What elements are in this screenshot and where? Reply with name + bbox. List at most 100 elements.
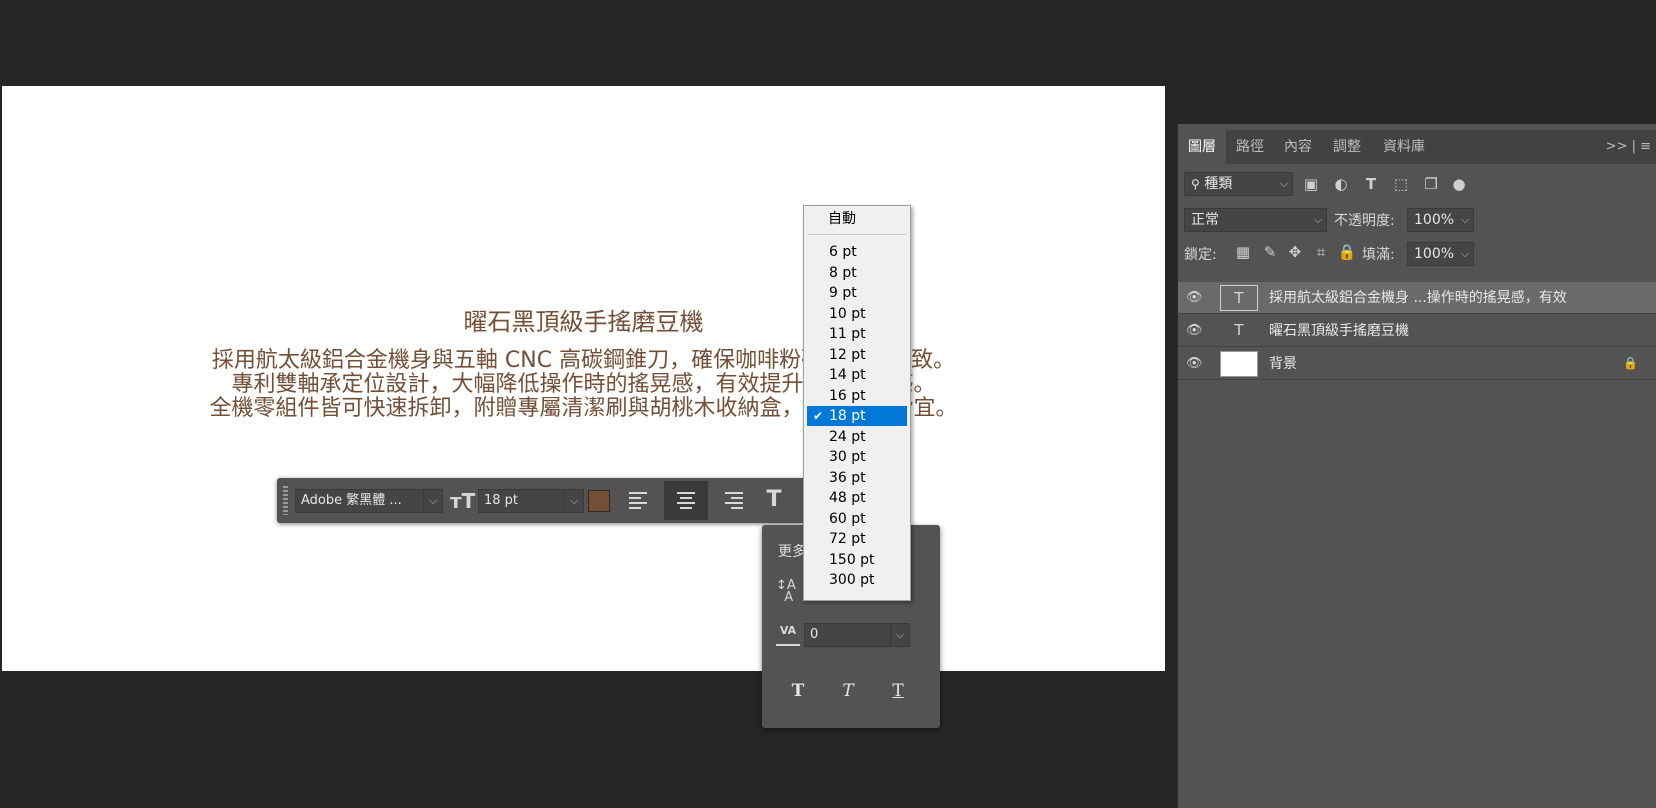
more-options-title: 更多 (778, 544, 806, 560)
type-layer-thumbnail: T (1220, 285, 1258, 311)
tab-paths[interactable]: 路徑 (1226, 130, 1274, 164)
size-option[interactable]: 300 pt (807, 570, 907, 590)
blend-mode-dropdown[interactable]: 正常 ⌵ (1184, 208, 1327, 232)
layer-row[interactable]: 👁 T 曜石黑頂級手搖磨豆機 (1178, 315, 1656, 347)
fill-value: 100% (1414, 246, 1455, 262)
type-layer-filter-icon[interactable]: T (1361, 174, 1381, 194)
adjustment-layer-filter-icon[interactable]: ◐ (1331, 174, 1351, 194)
align-left-icon (629, 492, 647, 509)
layer-row[interactable]: 👁 T 採用航太級鋁合金機身 ...操作時的搖晃感，有效 (1178, 282, 1656, 314)
eye-icon[interactable]: 👁 (1186, 356, 1203, 372)
chevron-down-icon: ⌵ (1279, 177, 1289, 190)
size-option[interactable]: 72 pt (807, 529, 907, 549)
size-option[interactable]: 6 pt (807, 242, 907, 262)
size-option-auto[interactable]: 自動 (828, 210, 856, 228)
font-size-dropdown[interactable]: 18 pt ⌵ (478, 489, 584, 513)
text-color-swatch[interactable] (588, 490, 610, 512)
font-size-value: 18 pt (484, 493, 519, 508)
filter-toggle-icon[interactable]: ● (1449, 174, 1469, 194)
tab-adjustments[interactable]: 調整 (1322, 130, 1372, 164)
size-option-label: 24 pt (829, 428, 866, 445)
panel-tab-strip: 圖層 路徑 內容 調整 資料庫 >> | ≡ (1178, 130, 1656, 164)
size-option-label: 48 pt (829, 490, 866, 506)
lock-transparent-pixels-icon[interactable]: ▦ (1233, 242, 1253, 262)
size-option[interactable]: 9 pt (807, 283, 907, 303)
font-size-dropdown-list: 自動 6 pt 8 pt 9 pt 10 pt 11 pt 12 pt 14 pt 16 pt… (803, 205, 911, 601)
size-option[interactable]: 11 pt (807, 324, 907, 344)
lock-image-pixels-icon[interactable]: ✎ (1260, 242, 1280, 262)
size-option-label: 10 pt (829, 305, 866, 322)
opacity-label: 不透明度: (1334, 213, 1395, 229)
tab-libraries[interactable]: 資料庫 (1372, 130, 1436, 164)
layer-row[interactable]: 👁 背景 🔒 (1178, 348, 1656, 380)
size-option[interactable]: 36 pt (807, 468, 907, 488)
chevron-down-icon: ⌵ (564, 490, 583, 512)
eye-icon[interactable]: 👁 (1186, 290, 1203, 306)
layer-name: 背景 (1269, 356, 1297, 372)
underline-button[interactable]: T (884, 677, 912, 705)
faux-italic-button[interactable]: T (834, 677, 862, 705)
font-size-icon: ᴛT (450, 489, 476, 513)
leading-icon: ↕A A (776, 578, 796, 605)
lock-artboard-icon[interactable]: ⌗ (1311, 242, 1331, 262)
size-option[interactable]: 8 pt (807, 263, 907, 283)
size-option-label: 36 pt (829, 469, 866, 486)
pixel-layer-filter-icon[interactable]: ▣ (1301, 174, 1321, 194)
size-option[interactable]: 10 pt (807, 304, 907, 324)
text-properties-icon[interactable]: T (760, 486, 788, 514)
document-canvas[interactable]: 曜石黑頂級手搖磨豆機 採用航太級鋁合金機身與五軸 CNC 高碳鋼錐刀，確保咖啡粉… (2, 86, 1165, 671)
size-option[interactable]: 30 pt (807, 447, 907, 467)
chevron-down-icon: ⌵ (1460, 213, 1470, 226)
canvas-title-text[interactable]: 曜石黑頂級手搖磨豆機 (2, 302, 1165, 337)
size-option[interactable]: 24 pt (807, 427, 907, 447)
tracking-dropdown[interactable]: 0 ⌵ (804, 623, 910, 647)
panel-menu-icon[interactable]: >> | ≡ (1606, 130, 1651, 164)
size-option-label: 6 pt (829, 244, 857, 260)
font-family-dropdown[interactable]: Adobe 繁黑體 ... ⌵ (295, 489, 443, 513)
background-layer-thumbnail (1220, 351, 1258, 377)
tab-layers[interactable]: 圖層 (1178, 130, 1226, 164)
chevron-down-icon: ⌵ (1460, 247, 1470, 260)
size-option[interactable]: 14 pt (807, 365, 907, 385)
size-option[interactable]: 12 pt (807, 345, 907, 365)
chevron-down-icon: ⌵ (890, 624, 909, 646)
size-option[interactable]: ✔ 18 pt (807, 406, 907, 426)
smart-object-filter-icon[interactable]: ❐ (1421, 174, 1441, 194)
eye-icon[interactable]: 👁 (1186, 323, 1203, 339)
contextual-task-bar: Adobe 繁黑體 ... ⌵ ᴛT 18 pt ⌵ T (277, 478, 878, 523)
lock-all-icon[interactable]: 🔒 (1337, 242, 1357, 262)
canvas-body-text[interactable]: 採用航太級鋁合金機身與五軸 CNC 高碳鋼錐刀，確保咖啡粉研磨均勻一致。 專利雙… (2, 349, 1165, 421)
faux-bold-button[interactable]: T (784, 677, 812, 705)
align-center-button[interactable] (664, 481, 708, 520)
tracking-value: 0 (810, 627, 819, 642)
opacity-field[interactable]: 100% ⌵ (1407, 208, 1474, 232)
size-option[interactable]: 60 pt (807, 509, 907, 529)
align-right-button[interactable] (712, 481, 756, 520)
size-option-label: 9 pt (829, 285, 857, 301)
layer-filter-dropdown[interactable]: ⚲ 種類 ⌵ (1184, 172, 1293, 196)
size-option-label: 150 pt (829, 551, 875, 568)
layer-filter-value: 種類 (1204, 176, 1233, 192)
type-layer-thumbnail: T (1234, 321, 1244, 339)
checkmark-icon: ✔ (813, 409, 824, 423)
align-left-button[interactable] (616, 481, 660, 520)
size-option-label: 72 pt (829, 531, 866, 547)
drag-grip-handle[interactable] (283, 486, 288, 515)
size-option-label: 11 pt (829, 326, 866, 342)
align-center-icon (677, 492, 695, 509)
blend-mode-value: 正常 (1191, 212, 1219, 228)
fill-label: 填滿: (1362, 247, 1395, 263)
layer-name: 採用航太級鋁合金機身 ...操作時的搖晃感，有效 (1269, 290, 1567, 306)
tab-properties[interactable]: 內容 (1274, 130, 1322, 164)
layers-panel: 圖層 路徑 內容 調整 資料庫 >> | ≡ ⚲ 種類 ⌵ ▣ ◐ T ⬚ ❐ … (1177, 124, 1656, 808)
shape-layer-filter-icon[interactable]: ⬚ (1391, 174, 1411, 194)
lock-label: 鎖定: (1184, 247, 1217, 263)
size-option[interactable]: 150 pt (807, 550, 907, 570)
size-option-label: 300 pt (829, 572, 875, 588)
chevron-down-icon: ⌵ (423, 490, 442, 512)
align-right-icon (725, 492, 743, 509)
size-option[interactable]: 16 pt (807, 386, 907, 406)
fill-field[interactable]: 100% ⌵ (1407, 242, 1474, 266)
lock-position-icon[interactable]: ✥ (1285, 242, 1305, 262)
size-option[interactable]: 48 pt (807, 488, 907, 508)
